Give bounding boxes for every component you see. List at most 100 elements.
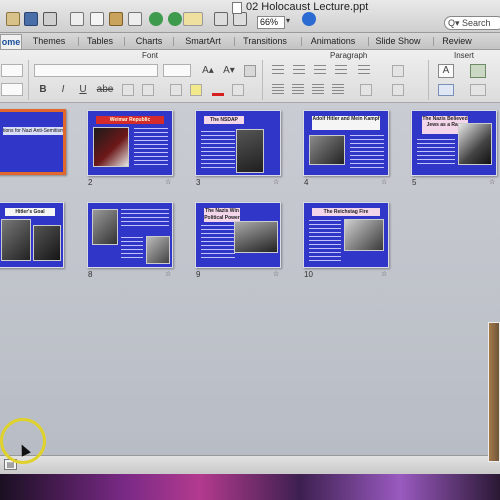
format-painter-icon[interactable] (128, 12, 142, 26)
align-center-icon[interactable] (292, 84, 304, 96)
slide-thumbnail[interactable]: tions for Nazi Anti-Semitism (0, 109, 66, 175)
subscript-icon[interactable] (142, 84, 154, 96)
slide-thumbnail[interactable] (87, 202, 173, 268)
tab-slide-show[interactable]: Slide Show (374, 34, 422, 49)
layout-button[interactable] (1, 64, 23, 77)
tab-separator (124, 37, 125, 46)
bullets-icon[interactable] (272, 65, 284, 77)
tab-smartart[interactable]: SmartArt (182, 34, 224, 49)
text-direction-icon[interactable] (360, 84, 372, 96)
slide-thumbnail[interactable]: The Reichstag Fire (303, 202, 389, 268)
slide-body-text (309, 220, 341, 262)
slide-photo (309, 135, 345, 165)
media-icon[interactable] (233, 12, 247, 26)
slide-body-text (201, 131, 235, 169)
save-icon[interactable] (24, 12, 38, 26)
slide-transition-icon[interactable]: ☆ (381, 178, 387, 186)
redo-icon[interactable] (168, 12, 182, 26)
slide-body-text (350, 135, 384, 169)
slide-number: 10 (304, 270, 313, 279)
toolbox-icon[interactable] (214, 12, 228, 26)
tab-charts[interactable]: Charts (132, 34, 166, 49)
desktop-background (0, 474, 500, 500)
align-left-icon[interactable] (272, 84, 284, 96)
group-label-insert: Insert (454, 51, 475, 60)
open-icon[interactable] (6, 12, 20, 26)
align-right-icon[interactable] (312, 84, 324, 96)
slide-photo (344, 219, 384, 251)
section-button[interactable] (1, 83, 23, 96)
slide-body-text (201, 225, 235, 261)
slide-thumbnail[interactable]: The Nazis Win Political Power (195, 202, 281, 268)
decrease-indent-icon[interactable] (314, 65, 326, 77)
line-spacing-icon[interactable] (358, 65, 370, 77)
justify-icon[interactable] (332, 84, 344, 96)
tab-home[interactable]: ome (0, 34, 22, 49)
tab-review[interactable]: Review (440, 34, 474, 49)
slide-thumbnail[interactable]: The Nazis Believed Jews as a Race (411, 110, 497, 176)
align-text-icon[interactable] (392, 84, 404, 96)
bold-button[interactable]: B (37, 84, 49, 96)
search-field[interactable]: Q▾ Search (444, 16, 500, 30)
columns-icon[interactable] (392, 65, 404, 77)
arrange-icon[interactable] (470, 84, 486, 96)
tab-transitions[interactable]: Transitions (240, 34, 290, 49)
group-label-paragraph: Paragraph (330, 51, 368, 60)
slide-number: 9 (196, 270, 201, 279)
font-color-icon[interactable] (212, 84, 224, 96)
slide-title: The Nazis Win Political Power (204, 208, 240, 222)
slide-body-text (134, 128, 168, 166)
slide-photo (236, 129, 264, 173)
underline-button[interactable]: U (77, 84, 89, 96)
slide-photo (234, 221, 278, 253)
tab-animations[interactable]: Animations (307, 34, 359, 49)
slide-transition-icon[interactable]: ☆ (273, 270, 279, 278)
undo-icon[interactable] (149, 12, 163, 26)
copy-icon[interactable] (90, 12, 104, 26)
ribbon-home-panel: Font Paragraph Insert A▴ A▾ B I U abe A (0, 50, 500, 103)
ribbon-separator (262, 60, 263, 100)
slide-thumbnail[interactable]: Weimar Republic (87, 110, 173, 176)
slide-body-text (121, 237, 143, 259)
zoom-field[interactable]: 66% (257, 16, 285, 29)
tab-separator (433, 37, 434, 46)
slide-body-text (121, 209, 169, 229)
grow-font-button[interactable]: A▴ (199, 65, 217, 77)
help-icon[interactable] (302, 12, 316, 26)
tab-tables[interactable]: Tables (84, 34, 116, 49)
slide-transition-icon[interactable]: ☆ (273, 178, 279, 186)
highlight-icon[interactable] (190, 84, 202, 96)
slide-sorter: tions for Nazi Anti-Semitism Weimar Repu… (0, 103, 500, 455)
cut-icon[interactable] (70, 12, 84, 26)
strikethrough-button[interactable]: abe (96, 84, 114, 96)
font-name-field[interactable] (34, 64, 158, 77)
slide-thumbnail[interactable]: The NSDAP (195, 110, 281, 176)
insert-shape-icon[interactable] (438, 84, 454, 96)
numbering-icon[interactable] (293, 65, 305, 77)
slide-thumbnail[interactable]: Hitler's Goal (0, 202, 64, 268)
slide-thumbnail[interactable]: Adolf Hitler and Mein Kampf (303, 110, 389, 176)
slide-transition-icon[interactable]: ☆ (381, 270, 387, 278)
char-spacing-icon[interactable] (232, 84, 244, 96)
slide-transition-icon[interactable]: ☆ (489, 178, 495, 186)
print-icon[interactable] (43, 12, 57, 26)
gallery-icon[interactable] (183, 12, 203, 26)
italic-button[interactable]: I (57, 84, 69, 96)
superscript-icon[interactable] (122, 84, 134, 96)
paste-icon[interactable] (109, 12, 123, 26)
slide-transition-icon[interactable]: ☆ (165, 270, 171, 278)
insert-picture-icon[interactable] (470, 64, 486, 78)
tab-themes[interactable]: Themes (29, 34, 69, 49)
insert-text-box-button[interactable]: A (438, 64, 454, 78)
shrink-font-button[interactable]: A▾ (220, 65, 238, 77)
clear-format-icon[interactable] (244, 65, 256, 77)
ribbon-separator (28, 60, 29, 100)
text-effects-icon[interactable] (170, 84, 182, 96)
tab-separator (173, 37, 174, 46)
slide-photo (146, 236, 170, 264)
click-highlight-ring (0, 418, 46, 464)
slide-transition-icon[interactable]: ☆ (165, 178, 171, 186)
zoom-dropdown-icon[interactable]: ▾ (286, 16, 294, 29)
increase-indent-icon[interactable] (335, 65, 347, 77)
font-size-field[interactable] (163, 64, 191, 77)
